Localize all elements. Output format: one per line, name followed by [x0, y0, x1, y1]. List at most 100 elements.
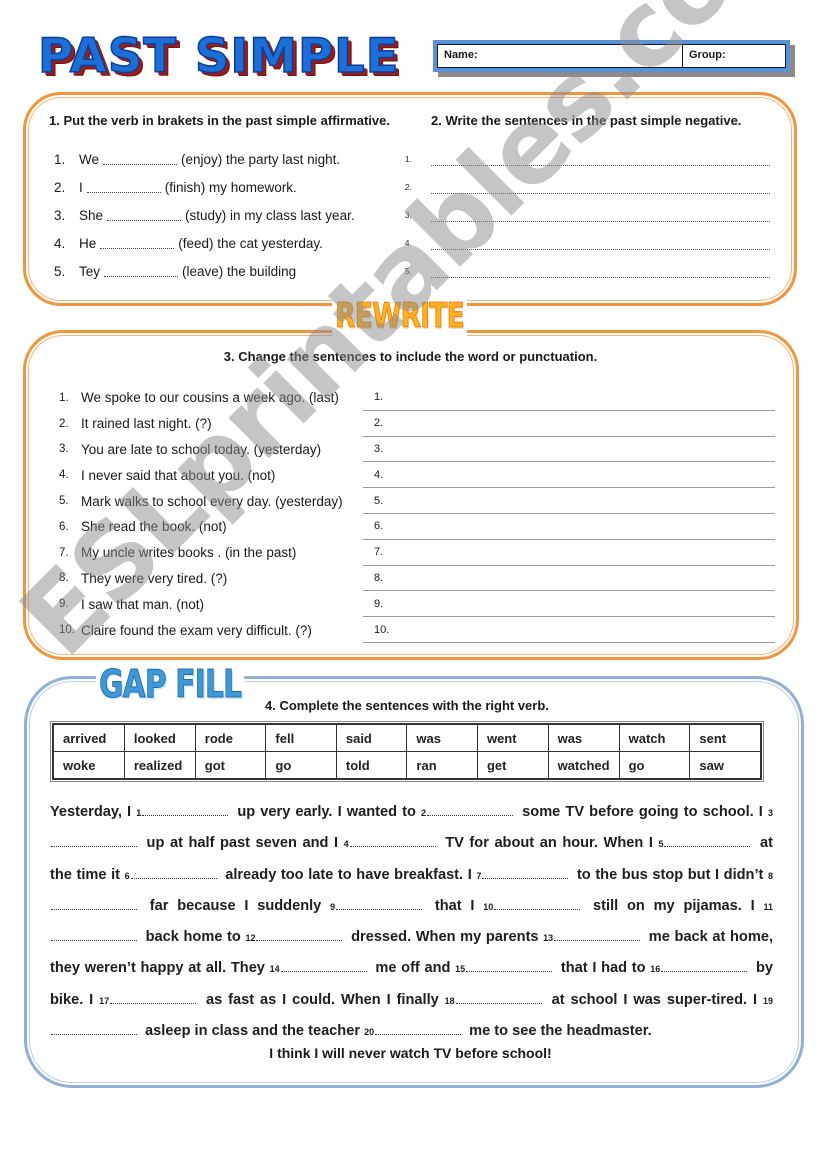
answer-line[interactable]: 10. — [363, 617, 775, 643]
answer-line[interactable]: 5. — [363, 488, 775, 514]
passage-text: up very early. I wanted to — [232, 804, 422, 820]
answer-blank[interactable] — [107, 210, 182, 221]
exercise-4-heading: 4. Complete the sentences with the right… — [265, 698, 549, 713]
answer-blank[interactable] — [104, 266, 179, 277]
exercise-3-item: 8. They were very tired. (?) — [59, 566, 343, 592]
answer-line[interactable]: 8. — [363, 566, 775, 592]
word-bank-cell: sent — [689, 723, 762, 752]
passage-text: far because I suddenly — [141, 897, 331, 914]
exercise-3-item: 3. You are late to school today. (yesterd… — [59, 437, 343, 463]
gap-blank[interactable] — [51, 1024, 137, 1036]
answer-line[interactable] — [431, 237, 770, 250]
group-field[interactable]: Group: — [683, 45, 732, 67]
line-number: 5. — [405, 266, 412, 276]
word-bank-cell: told — [335, 751, 408, 780]
passage-text: Yesterday, I — [50, 804, 137, 820]
item-number: 10. — [59, 624, 75, 637]
gap-blank[interactable] — [110, 993, 197, 1004]
gap-number: 4 — [343, 839, 349, 850]
exercise-3-item: 9. I saw that man. (not) — [59, 591, 343, 617]
answer-line[interactable]: 4. — [363, 462, 775, 489]
gap-blank[interactable] — [256, 930, 343, 942]
passage-text: that I had to — [556, 960, 651, 977]
answer-line[interactable] — [431, 153, 770, 167]
word-bank-cell: realized — [123, 751, 196, 780]
exercise-1-item: 1. We (enjoy) the party last night. — [54, 146, 355, 174]
gap-blank[interactable] — [51, 899, 137, 910]
exercise-3-heading: 3. Change the sentences to include the w… — [223, 349, 598, 364]
gap-number: 18 — [444, 995, 455, 1006]
name-field[interactable]: Name: — [438, 45, 683, 67]
gap-blank[interactable] — [554, 930, 641, 942]
exercise-3-item: 1. We spoke to our cousins a week ago. (l… — [59, 385, 343, 411]
closing-sentence: I think I will never watch TV before sch… — [269, 1045, 552, 1061]
gap-number: 7 — [476, 870, 482, 881]
exercise-1-item: 3. She (study) in my class last year. — [54, 202, 355, 230]
item-number: 3. — [54, 207, 66, 223]
answer-line[interactable]: 2. — [363, 411, 775, 437]
gap-blank[interactable] — [494, 899, 581, 910]
gap-blank[interactable] — [280, 961, 367, 973]
item-number: 2. — [54, 180, 66, 196]
item-text: I never said that about you. (not) — [81, 467, 276, 483]
passage-text: me off and — [370, 960, 456, 977]
answer-line[interactable]: 9. — [363, 591, 775, 618]
gap-blank[interactable] — [375, 1024, 462, 1036]
gap-blank[interactable] — [349, 836, 436, 848]
answer-line[interactable]: 6. — [363, 514, 775, 540]
answer-line[interactable]: 1. — [363, 385, 775, 411]
answer-line[interactable] — [431, 265, 770, 278]
gap-number: 11 — [763, 901, 773, 912]
item-number: 8. — [59, 572, 69, 585]
answer-blank[interactable] — [86, 182, 161, 194]
answer-line[interactable] — [431, 181, 770, 195]
gap-blank[interactable] — [130, 868, 217, 879]
item-subject: I — [79, 180, 83, 196]
gap-blank[interactable] — [466, 961, 553, 973]
exercise-2-list: 1. 2. 3. 4. 5. — [405, 146, 770, 285]
word-bank-cell: looked — [123, 723, 196, 752]
exercise-2-line: 5. — [405, 257, 770, 285]
gap-number: 17 — [99, 995, 110, 1006]
gap-number: 3 — [767, 808, 773, 818]
gap-number: 20 — [364, 1027, 375, 1038]
item-subject: He — [79, 235, 97, 251]
gap-number: 1 — [136, 808, 142, 818]
item-number: 9. — [59, 598, 69, 611]
passage-text: already too late to have breakfast. I — [220, 866, 477, 883]
group-label: Group: — [689, 49, 726, 61]
answer-line[interactable]: 3. — [363, 437, 775, 463]
answer-blank[interactable] — [103, 154, 178, 166]
passage-text: dressed. When my parents — [346, 929, 544, 946]
gap-blank[interactable] — [661, 961, 748, 973]
answer-blank[interactable] — [100, 238, 175, 249]
gap-blank[interactable] — [455, 993, 542, 1004]
word-bank-cell: got — [194, 751, 267, 780]
gap-blank[interactable] — [427, 805, 514, 816]
exercise-1-heading: 1. Put the verb in brakets in the past s… — [49, 113, 390, 128]
gap-blank[interactable] — [336, 899, 423, 910]
passage-text: that I — [426, 897, 484, 914]
passage-text: back home to — [141, 929, 246, 946]
answer-line[interactable] — [431, 209, 770, 222]
answer-line[interactable]: 7. — [363, 540, 775, 566]
exercise-3-item: 4. I never said that about you. (not) — [59, 462, 343, 488]
gap-blank[interactable] — [142, 805, 229, 816]
gap-blank[interactable] — [482, 868, 569, 879]
gap-blank[interactable] — [51, 930, 137, 942]
rewrite-banner: REWRITE — [332, 296, 468, 337]
word-bank-cell: go — [618, 751, 691, 780]
gap-blank[interactable] — [51, 836, 137, 848]
gap-number: 5 — [658, 839, 664, 850]
gap-number: 15 — [455, 964, 466, 975]
line-number: 4. — [405, 238, 412, 248]
gap-number: 2 — [421, 808, 427, 818]
exercise-3-item: 5. Mark walks to school every day. (yeste… — [59, 488, 343, 514]
gap-blank[interactable] — [664, 836, 751, 848]
passage-text: still on my pijamas. I — [584, 897, 764, 914]
worksheet-title: PAST SIMPLE — [37, 29, 400, 85]
exercise-3-item: 2. It rained last night. (?) — [59, 411, 343, 437]
exercise-1-list: 1. We (enjoy) the party last night. 2. I (fi… — [54, 146, 355, 285]
item-number: 7. — [59, 546, 69, 559]
exercise-3-item: 7. My uncle writes books . (in the past) — [59, 540, 343, 566]
